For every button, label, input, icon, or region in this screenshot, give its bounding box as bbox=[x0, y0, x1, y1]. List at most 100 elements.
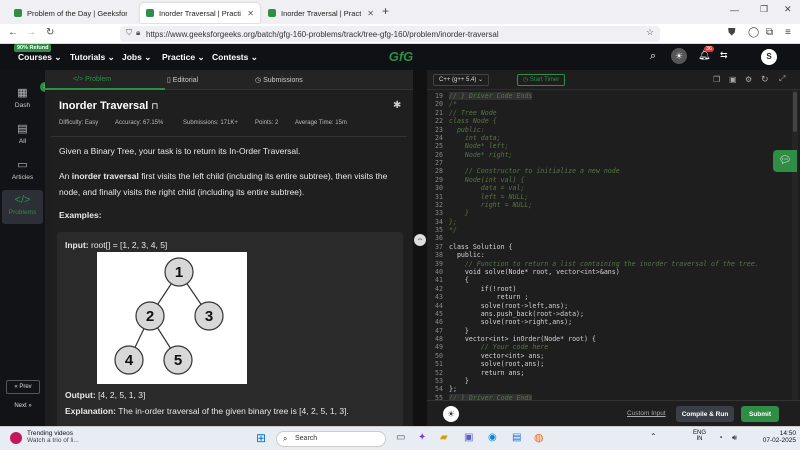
file-explorer-icon[interactable]: ▭ bbox=[396, 432, 405, 443]
close-tab-icon[interactable]: ✕ bbox=[247, 9, 254, 18]
custom-input-link[interactable]: Custom Input bbox=[627, 410, 666, 417]
search-icon[interactable]: ⌕ bbox=[650, 50, 656, 63]
language-indicator[interactable]: ENG IN bbox=[693, 430, 706, 442]
bug-report-icon[interactable]: ✱ bbox=[393, 100, 401, 111]
restore-window-icon[interactable]: ❐ bbox=[760, 4, 768, 15]
code-line: Node* left; bbox=[449, 142, 509, 151]
nav-item-articles[interactable]: ▭ Articles bbox=[2, 158, 43, 181]
tray-overflow-icon[interactable]: ⌃ bbox=[650, 432, 657, 441]
problem-title-text: Inorder Traversal bbox=[59, 100, 149, 112]
browser-tab-2[interactable]: Inorder Traversal | Practice | Ge ✕ bbox=[140, 3, 260, 23]
close-window-icon[interactable]: ✕ bbox=[784, 4, 792, 15]
clock[interactable]: 14:50 07-02-2025 bbox=[752, 430, 796, 444]
line-number: 28 bbox=[435, 167, 443, 176]
menu-label: Jobs bbox=[122, 52, 142, 62]
start-timer-button[interactable]: ◷ Start Timer bbox=[517, 74, 566, 86]
article-icon: ▭ bbox=[17, 159, 28, 171]
left-nav: › ▦ Dash ▤ All ▭ Articles </> Problems «… bbox=[0, 70, 50, 426]
gfg-favicon-icon bbox=[146, 9, 154, 17]
windows-start-icon[interactable]: ⊞ bbox=[256, 431, 266, 445]
resize-handle-icon[interactable]: ⇔ bbox=[414, 234, 426, 246]
code-line: }; bbox=[449, 385, 457, 394]
line-number: 38 bbox=[435, 251, 443, 260]
tab-editorial[interactable]: ▯ Editorial bbox=[167, 76, 198, 84]
account-icon[interactable]: ◯ bbox=[748, 27, 759, 38]
code-line: left = NULL; bbox=[449, 192, 529, 201]
firefox-icon[interactable]: ◍ bbox=[534, 431, 544, 444]
pocket-icon[interactable]: ⛊ bbox=[728, 27, 736, 38]
bookmark-star-icon[interactable]: ☆ bbox=[646, 27, 654, 38]
panel-resizer[interactable]: ⇔ bbox=[413, 70, 427, 426]
line-number: 53 bbox=[435, 376, 443, 385]
copy-icon[interactable]: ❐ bbox=[713, 75, 720, 84]
line-number: 33 bbox=[435, 209, 443, 218]
theme-toggle-icon[interactable]: ☀ bbox=[443, 406, 459, 422]
output-label: Output: bbox=[65, 390, 96, 400]
next-button[interactable]: Next » bbox=[6, 400, 40, 414]
folder-icon[interactable]: ▰ bbox=[440, 432, 448, 443]
theme-toggle-icon[interactable]: ☀ bbox=[671, 48, 687, 64]
language-value: C++ (g++ 5.4) bbox=[439, 77, 477, 83]
menu-jobs[interactable]: Jobs ⌄ bbox=[122, 52, 151, 63]
nav-item-problems[interactable]: </> Problems bbox=[2, 190, 43, 224]
address-bar[interactable]: ⛉ 🔒︎ https://www.geeksforgeeks.org/batch… bbox=[120, 26, 660, 42]
menu-practice[interactable]: Practice ⌄ bbox=[162, 52, 205, 63]
code-line: } bbox=[449, 209, 469, 218]
line-number: 47 bbox=[435, 326, 443, 335]
scrollbar-thumb[interactable] bbox=[793, 92, 797, 132]
input-label: Input: bbox=[65, 240, 89, 250]
store-icon[interactable]: ▤ bbox=[512, 432, 521, 443]
chat-icon[interactable]: 💬︎ bbox=[773, 150, 797, 172]
news-widget[interactable]: Trending videos Watch a trio of li... bbox=[27, 430, 79, 444]
new-tab-icon[interactable]: + bbox=[382, 4, 389, 18]
notification-count-badge: 36 bbox=[704, 46, 715, 52]
reload-icon[interactable]: ↻ bbox=[46, 27, 54, 38]
reset-icon[interactable]: ↻ bbox=[761, 74, 769, 85]
line-number: 45 bbox=[435, 309, 443, 318]
taskbar-search[interactable]: ⌕ Search bbox=[276, 431, 386, 447]
code-line: if(!root) bbox=[449, 284, 517, 293]
nav-item-all[interactable]: ▤ All bbox=[2, 122, 43, 145]
submit-button[interactable]: Submit bbox=[741, 406, 779, 422]
menu-tutorials[interactable]: Tutorials ⌄ bbox=[70, 52, 115, 63]
lock-icon[interactable]: 🔒︎ bbox=[136, 28, 140, 38]
layout-icon[interactable]: ▣ bbox=[729, 75, 737, 84]
menu-contests[interactable]: Contests ⌄ bbox=[212, 52, 258, 63]
teams-icon[interactable]: ▣ bbox=[464, 432, 473, 443]
extensions-icon[interactable]: ⧉ bbox=[766, 27, 773, 38]
tree-node-label: 3 bbox=[205, 308, 213, 325]
prev-button[interactable]: « Prev bbox=[6, 380, 40, 394]
tab-problem[interactable]: </> Problem bbox=[73, 76, 111, 83]
wifi-icon[interactable]: ◔ bbox=[718, 433, 723, 442]
back-icon[interactable]: ← bbox=[8, 27, 18, 38]
browser-tab-1[interactable]: Problem of the Day | GeeksforG bbox=[8, 3, 138, 23]
editor-scrollbar[interactable] bbox=[792, 90, 798, 400]
menu-icon[interactable]: ≡ bbox=[785, 27, 791, 38]
volume-icon[interactable]: 🔊︎ bbox=[732, 433, 737, 443]
browser-tab-3[interactable]: Inorder Traversal | Practice | Ge ✕ bbox=[262, 3, 380, 23]
minimize-window-icon[interactable]: — bbox=[730, 5, 739, 15]
code-area[interactable]: 19 // } Driver Code Ends 20 /* 21 // Tree Nod… bbox=[427, 90, 800, 402]
code-line: void solve(Node* root, vector<int>&ans) bbox=[449, 267, 620, 276]
avatar[interactable]: S bbox=[761, 49, 777, 65]
gfg-logo[interactable]: GfG bbox=[384, 49, 418, 65]
code-line: // } Driver Code Ends bbox=[449, 92, 533, 100]
language-select[interactable]: C++ (g++ 5.4) ⌄ bbox=[433, 74, 490, 86]
forward-icon[interactable]: → bbox=[26, 27, 36, 38]
browser-tab-bar: Problem of the Day | GeeksforG Inorder T… bbox=[0, 0, 800, 24]
tab-submissions[interactable]: ◷ Submissions bbox=[255, 76, 303, 84]
fullscreen-icon[interactable]: ⤢ bbox=[779, 74, 785, 84]
close-tab-icon[interactable]: ✕ bbox=[367, 9, 374, 18]
nav-item-dash[interactable]: ▦ Dash bbox=[2, 86, 43, 109]
edge-icon[interactable]: ◉ bbox=[488, 432, 497, 443]
compile-run-button[interactable]: Compile & Run bbox=[676, 406, 734, 422]
news-widget-icon[interactable] bbox=[10, 432, 22, 444]
code-line: data = val; bbox=[449, 184, 525, 193]
translate-icon[interactable]: ⇆ bbox=[720, 50, 728, 61]
copilot-icon[interactable]: ✦ bbox=[418, 432, 426, 443]
average-time: Average Time: 15m bbox=[295, 120, 347, 126]
tracking-shield-icon[interactable]: ⛉ bbox=[126, 28, 132, 38]
settings-icon[interactable]: ⚙ bbox=[745, 75, 752, 84]
menu-courses[interactable]: Courses ⌄ bbox=[18, 52, 62, 63]
bookmark-icon[interactable]: ⊓ bbox=[151, 101, 158, 111]
